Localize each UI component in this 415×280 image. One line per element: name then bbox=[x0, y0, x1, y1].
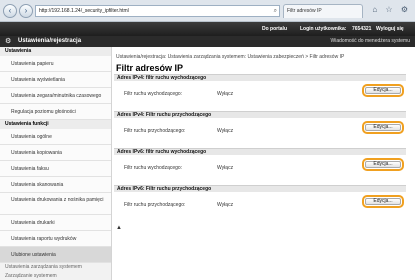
block-heading: Adres IPv4: filtr ruchu wychodzącego bbox=[114, 74, 406, 81]
sidebar-item-printer[interactable]: Ustawienia drukarki bbox=[0, 215, 111, 231]
sub-header: ⚙ Ustawienia/rejestracja Wiadomość do me… bbox=[0, 36, 415, 47]
filter-label: Filtr ruchu wychodzącego: bbox=[124, 165, 183, 171]
browser-toolbar: ‹ › http://192.168.1.24/_security_ipfilt… bbox=[0, 0, 415, 22]
search-icon[interactable]: ⌕ bbox=[274, 7, 277, 16]
edit-button[interactable]: Edycja... bbox=[362, 195, 404, 208]
address-url: http://192.168.1.24/_security_ipfilter.h… bbox=[39, 8, 129, 14]
block-heading: Adres IPv4: Filtr ruchu przychodzącego bbox=[114, 111, 406, 118]
arrow-left-icon[interactable]: ‹ bbox=[3, 4, 17, 18]
window-icons[interactable]: ⌂ ☆ ⚙ bbox=[372, 5, 411, 14]
user-label: Login użytkownika: bbox=[300, 26, 347, 32]
sidebar-item-paper[interactable]: Ustawienia papieru bbox=[0, 56, 111, 72]
ipv4-outbound-block: Adres IPv4: filtr ruchu wychodzącego Fil… bbox=[114, 74, 406, 108]
sidebar-item-system-management[interactable]: Zarządzanie systemem bbox=[0, 272, 111, 280]
sidebar-section-functions: Ustawienia funkcji bbox=[0, 120, 111, 129]
sidebar-item-media-print[interactable]: Ustawienia drukowania z nośnika pamięci bbox=[0, 193, 111, 215]
filter-label: Filtr ruchu przychodzącego: bbox=[124, 128, 186, 134]
portal-link[interactable]: Do portalu bbox=[262, 22, 287, 36]
edit-button[interactable]: Edycja... bbox=[362, 158, 404, 171]
sidebar-item-timer[interactable]: Ustawienia zegara/minutnika czasowego bbox=[0, 88, 111, 104]
edit-button-label: Edycja... bbox=[365, 161, 401, 168]
address-bar[interactable]: http://192.168.1.24/_security_ipfilter.h… bbox=[35, 5, 280, 17]
filter-value: Wyłącz bbox=[217, 202, 234, 208]
app-header: Do portalu Login użytkownika: 7654321 Wy… bbox=[0, 22, 415, 36]
sidebar-item-scan[interactable]: Ustawienia skanowania bbox=[0, 177, 111, 193]
user-value: 7654321 bbox=[352, 26, 372, 32]
filter-value: Wyłącz bbox=[217, 91, 234, 97]
filter-value: Wyłącz bbox=[217, 165, 234, 171]
filter-value: Wyłącz bbox=[217, 128, 234, 134]
sidebar-section-settings: Ustawienia bbox=[0, 47, 111, 56]
edit-button-label: Edycja... bbox=[365, 124, 401, 131]
sidebar-item-display[interactable]: Ustawienia wyświetlania bbox=[0, 72, 111, 88]
sidebar-item-report[interactable]: Ustawienia raportu wydruków bbox=[0, 231, 111, 247]
settings-icon: ⚙ bbox=[5, 38, 12, 45]
sidebar-item-fax[interactable]: Ustawienia faksu bbox=[0, 161, 111, 177]
section-title: Ustawienia/rejestracja bbox=[18, 38, 82, 44]
ipv6-inbound-block: Adres IPv6: Filtr ruchu przychodzącego F… bbox=[114, 185, 406, 219]
edit-button[interactable]: Edycja... bbox=[362, 84, 404, 97]
edit-button[interactable]: Edycja... bbox=[362, 121, 404, 134]
browser-tab[interactable]: Filtr adresów IP bbox=[283, 4, 363, 18]
sidebar-item-copy[interactable]: Ustawienia kopiowania bbox=[0, 145, 111, 161]
edit-button-label: Edycja... bbox=[365, 87, 401, 94]
sidebar: Ustawienia Ustawienia papieru Ustawienia… bbox=[0, 47, 112, 280]
message-to-manager-link[interactable]: Wiadomość do menedżera systemu bbox=[331, 36, 410, 47]
sidebar-item-general[interactable]: Ustawienia ogólne bbox=[0, 129, 111, 145]
ipv6-outbound-block: Adres IPv6: filtr ruchu wychodzącego Fil… bbox=[114, 148, 406, 182]
page-title: Filtr adresów IP bbox=[116, 63, 184, 73]
tab-title: Filtr adresów IP bbox=[287, 8, 322, 14]
logout-link[interactable]: Wyloguj się bbox=[376, 22, 404, 36]
sidebar-item-favorites[interactable]: Ulubione ustawienia bbox=[0, 247, 111, 263]
block-heading: Adres IPv6: filtr ruchu wychodzącego bbox=[114, 148, 406, 155]
filter-label: Filtr ruchu przychodzącego: bbox=[124, 202, 186, 208]
sidebar-item-volume[interactable]: Regulacja poziomu głośności bbox=[0, 104, 111, 120]
arrow-up-icon[interactable]: ▲ bbox=[116, 225, 122, 231]
block-heading: Adres IPv6: Filtr ruchu przychodzącego bbox=[114, 185, 406, 192]
ipv4-inbound-block: Adres IPv4: Filtr ruchu przychodzącego F… bbox=[114, 111, 406, 145]
edit-button-label: Edycja... bbox=[365, 198, 401, 205]
sidebar-item-system-settings[interactable]: Ustawienia zarządzania systemem bbox=[0, 263, 111, 272]
filter-label: Filtr ruchu wychodzącego: bbox=[124, 91, 183, 97]
main-content: Ustawienia/rejestracja: Ustawienia zarzą… bbox=[112, 47, 415, 280]
breadcrumb: Ustawienia/rejestracja: Ustawienia zarzą… bbox=[116, 54, 345, 60]
arrow-right-icon[interactable]: › bbox=[19, 4, 33, 18]
